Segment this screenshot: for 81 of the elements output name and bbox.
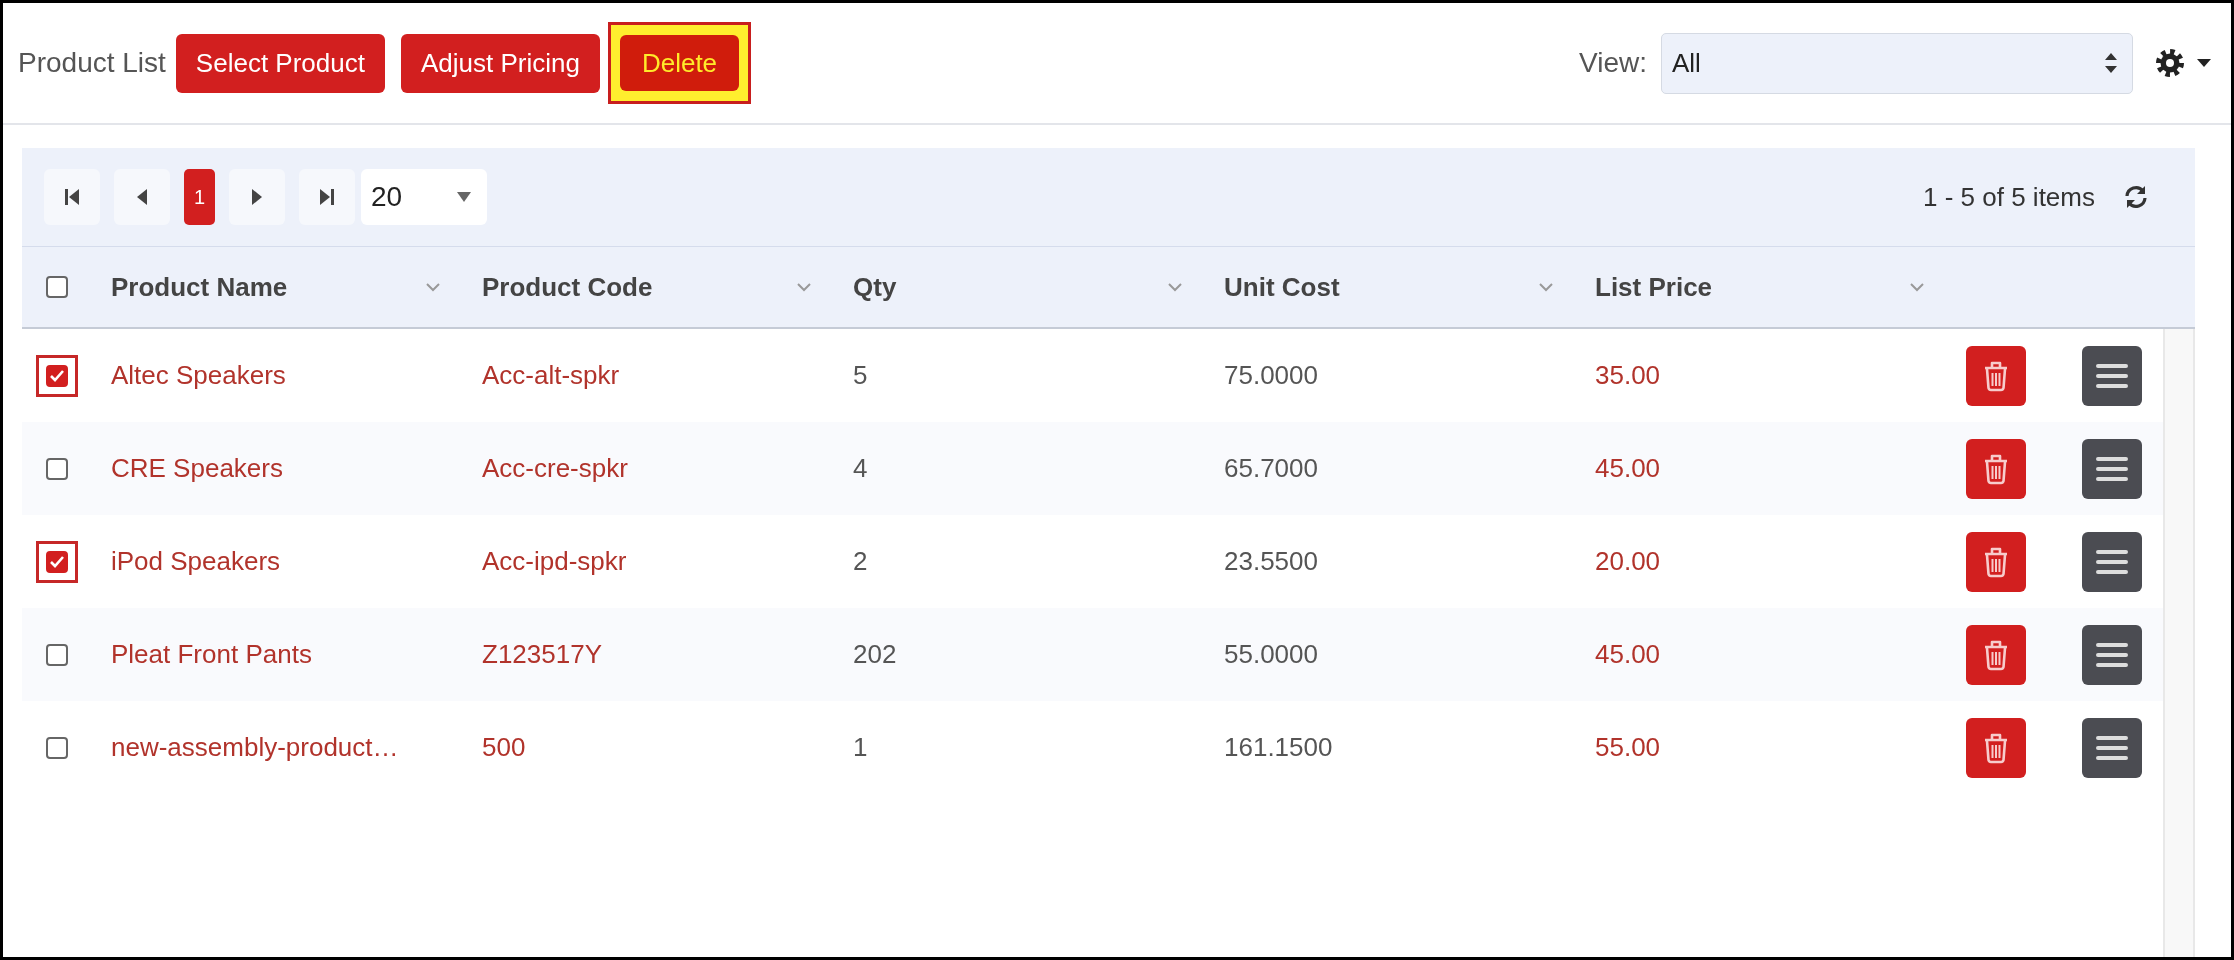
menu-button[interactable] [2082, 717, 2142, 778]
table-link[interactable]: Acc-alt-spkr [482, 360, 620, 390]
caret-icon [2197, 59, 2211, 67]
menu-icon [2096, 734, 2128, 761]
toolbar-button[interactable]: Select Product [175, 33, 385, 93]
menu-icon [2096, 641, 2128, 668]
table-link[interactable]: iPod Speakers [111, 546, 281, 576]
first-page-button[interactable] [44, 169, 100, 225]
last-page-icon [320, 189, 334, 205]
table-cell: 4 [853, 453, 868, 483]
menu-icon [2096, 548, 2128, 575]
table-link[interactable]: Altec Speakers [111, 360, 286, 390]
table-link[interactable]: CRE Speakers [111, 453, 283, 483]
previous-icon [137, 189, 147, 205]
table-cell: 5 [853, 360, 868, 390]
menu-icon [2096, 455, 2128, 482]
column-header[interactable]: Qty [853, 271, 897, 303]
table-link[interactable]: Pleat Front Pants [111, 639, 312, 669]
table-link[interactable]: Acc-cre-spkr [482, 453, 628, 483]
table-link[interactable]: 55.00 [1595, 732, 1661, 762]
view-label: View: [1579, 47, 1647, 79]
table-link[interactable]: new-assembly-product… [111, 732, 399, 762]
select-all-checkbox[interactable] [45, 276, 68, 298]
trash-icon [1982, 359, 2010, 392]
page-title: Product List [18, 47, 166, 79]
table-link[interactable]: Acc-ipd-spkr [482, 546, 627, 576]
next-icon [252, 189, 262, 205]
trash-icon [1982, 452, 2010, 485]
table-link[interactable]: 500 [482, 732, 526, 762]
row-checkbox[interactable] [45, 643, 68, 666]
row-checkbox[interactable] [45, 550, 68, 573]
delete-button[interactable] [1966, 717, 2026, 778]
page-size-dropdown[interactable]: 20 [361, 169, 487, 225]
checkmark-icon [49, 555, 64, 568]
checkmark-icon [49, 369, 64, 382]
page-number-button[interactable]: 1 [184, 169, 215, 225]
column-header[interactable]: Unit Cost [1224, 271, 1340, 303]
delete-button[interactable] [1966, 345, 2026, 406]
table-link[interactable]: 20.00 [1595, 546, 1661, 576]
trash-icon [1982, 731, 2010, 764]
row-checkbox[interactable] [45, 364, 68, 387]
trash-icon [1982, 545, 2010, 578]
row-checkbox[interactable] [45, 457, 68, 480]
table-link[interactable]: 35.00 [1595, 360, 1661, 390]
previous-page-button[interactable] [114, 169, 170, 225]
table-link[interactable]: Z123517Y [482, 639, 602, 669]
trash-icon [1982, 638, 2010, 671]
delete-button[interactable] [1966, 438, 2026, 499]
refresh-icon[interactable] [2123, 184, 2149, 210]
row-checkbox[interactable] [45, 736, 68, 759]
table-cell: 75.0000 [1224, 360, 1318, 390]
table-link[interactable]: 45.00 [1595, 639, 1661, 669]
table-cell: 55.0000 [1224, 639, 1318, 669]
up-down-arrows-icon [2104, 52, 2118, 74]
caret-icon [457, 192, 471, 202]
toolbar-button[interactable]: Delete [619, 35, 740, 91]
table-cell: 1 [853, 732, 868, 762]
table-cell: 23.5500 [1224, 546, 1318, 576]
table-cell: 161.1500 [1224, 732, 1333, 762]
menu-button[interactable] [2082, 624, 2142, 685]
delete-button[interactable] [1966, 531, 2026, 592]
scrollbar-track[interactable] [2163, 329, 2195, 957]
column-header[interactable]: Product Code [482, 271, 653, 303]
first-page-icon [65, 189, 79, 205]
last-page-button[interactable] [299, 169, 355, 225]
view-select[interactable]: All [1661, 32, 2133, 94]
item-count: 1 - 5 of 5 items [1923, 181, 2095, 213]
column-header[interactable]: Product Name [111, 271, 288, 303]
column-header[interactable]: List Price [1595, 271, 1713, 303]
menu-button[interactable] [2082, 438, 2142, 499]
settings-icon [2155, 48, 2185, 78]
menu-icon [2096, 362, 2128, 389]
toolbar-button[interactable]: Adjust Pricing [400, 33, 600, 93]
menu-button[interactable] [2082, 345, 2142, 406]
next-page-button[interactable] [229, 169, 285, 225]
delete-button[interactable] [1966, 624, 2026, 685]
table-cell: 202 [853, 639, 897, 669]
table-cell: 65.7000 [1224, 453, 1318, 483]
table-cell: 2 [853, 546, 868, 576]
table-link[interactable]: 45.00 [1595, 453, 1661, 483]
menu-button[interactable] [2082, 531, 2142, 592]
